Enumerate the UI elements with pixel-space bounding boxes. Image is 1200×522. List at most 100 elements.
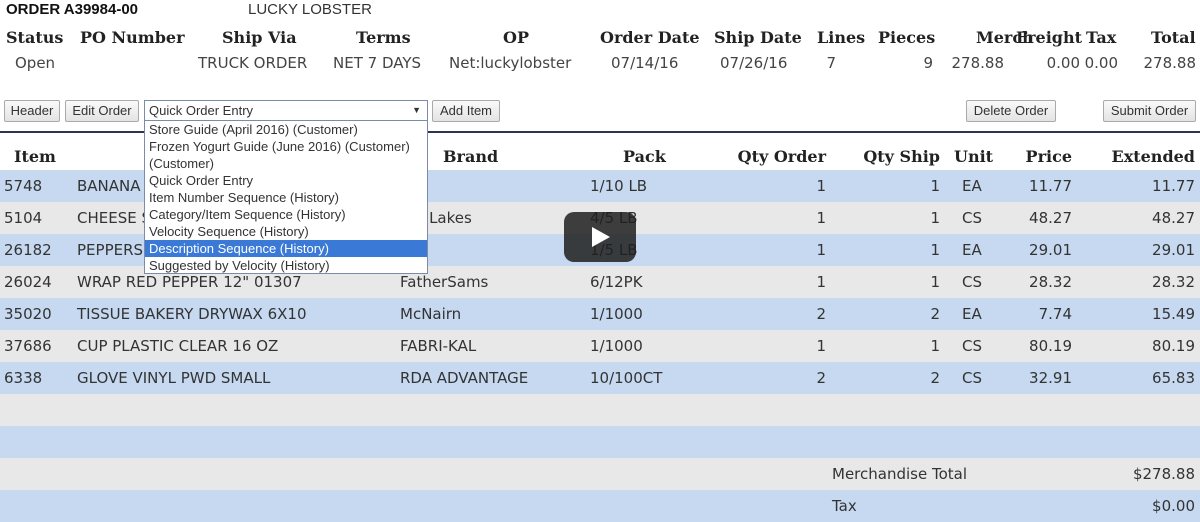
summary-header: Freight [1016,28,1082,47]
cell-unit: CS [962,369,982,387]
cell-extended: 15.49 [1152,305,1195,323]
add-item-button[interactable]: Add Item [432,100,500,122]
summary-value: 9 [923,54,933,72]
cell-pack: 10/100CT [590,369,663,387]
table-row[interactable]: 37686 CUP PLASTIC CLEAR 16 OZ FABRI-KAL 1/1… [0,330,1200,362]
cell-qty-ship: 1 [930,209,940,227]
dropdown-option[interactable]: (Customer) [145,155,427,172]
cell-qty-ship: 1 [930,177,940,195]
cell-qty-ship: 2 [930,305,940,323]
tax-label: Tax [832,497,857,515]
cell-price: 80.19 [1029,337,1072,355]
empty-row [0,426,1200,458]
cell-qty-ship: 1 [930,241,940,259]
cell-extended: 11.77 [1152,177,1195,195]
summary-header: Ship Date [714,28,802,47]
cell-brand: FatherSams [400,273,489,291]
summary-value: 07/26/16 [720,54,788,72]
order-mode-dropdown-list[interactable]: Store Guide (April 2016) (Customer) Froze… [144,120,428,274]
cell-price: 28.32 [1029,273,1072,291]
cell-extended: 65.83 [1152,369,1195,387]
edit-order-button[interactable]: Edit Order [65,100,139,122]
merch-total-row: Merchandise Total $278.88 [0,458,1200,490]
summary-header: Lines [817,28,866,47]
dropdown-option[interactable]: Item Number Sequence (History) [145,189,427,206]
dropdown-option[interactable]: Quick Order Entry [145,172,427,189]
summary-value: 278.88 [1143,54,1197,72]
cell-description: GLOVE VINYL PWD SMALL [77,369,271,387]
summary-value: Open [15,54,56,72]
header-button[interactable]: Header [4,100,60,122]
summary-value: 0.00 [1046,54,1080,72]
cell-brand: McNairn [400,305,462,323]
cell-unit: EA [962,177,982,195]
cell-item-number: 35020 [4,305,52,323]
cell-unit: CS [962,337,982,355]
cell-unit: EA [962,241,982,259]
cell-qty-ship: 1 [930,337,940,355]
cell-price: 7.74 [1038,305,1072,323]
summary-header: Terms [356,28,411,47]
col-price: Price [1025,147,1072,166]
delete-order-button[interactable]: Delete Order [966,100,1056,122]
cell-qty-order: 1 [816,177,826,195]
customer-name: LUCKY LOBSTER [248,1,372,18]
col-item: Item [14,147,56,166]
cell-unit: CS [962,209,982,227]
cell-price: 32.91 [1029,369,1072,387]
video-play-button[interactable] [564,212,636,262]
cell-item-number: 37686 [4,337,52,355]
cell-pack: 6/12PK [590,273,643,291]
dropdown-option[interactable]: Velocity Sequence (History) [145,223,427,240]
cell-item-number: 6338 [4,369,43,387]
table-row[interactable]: 6338 GLOVE VINYL PWD SMALL RDA ADVANTAGE 10… [0,362,1200,394]
summary-value: 07/14/16 [611,54,679,72]
cell-extended: 48.27 [1152,209,1195,227]
summary-value: 278.88 [951,54,1005,72]
merch-total-value: $278.88 [1132,465,1195,483]
summary-header: Order Date [600,28,700,47]
order-mode-select[interactable]: Quick Order Entry ▼ [144,100,428,121]
cell-qty-ship: 1 [930,273,940,291]
cell-price: 11.77 [1029,177,1072,195]
dropdown-option[interactable]: Description Sequence (History) [145,240,427,257]
order-title: ORDER A39984-00 [6,1,139,18]
empty-row [0,394,1200,426]
table-row[interactable]: 35020 TISSUE BAKERY DRYWAX 6X10 McNairn 1/1… [0,298,1200,330]
cell-pack: 1/1000 [590,305,643,323]
cell-item-number: 26182 [4,241,52,259]
dropdown-option[interactable]: Frozen Yogurt Guide (June 2016) (Custome… [145,138,427,155]
cell-description: BANANA [77,177,141,195]
dropdown-option[interactable]: Store Guide (April 2016) (Customer) [145,121,427,138]
cell-item-number: 5104 [4,209,43,227]
play-icon [592,227,610,247]
tax-row: Tax $0.00 [0,490,1200,522]
col-qty-order: Qty Order [737,147,826,166]
col-extended: Extended [1111,147,1196,166]
submit-order-button[interactable]: Submit Order [1103,100,1196,122]
cell-qty-order: 1 [816,337,826,355]
cell-description: CUP PLASTIC CLEAR 16 OZ [77,337,279,355]
summary-header: Pieces [878,28,936,47]
summary-value: NET 7 DAYS [333,54,422,72]
dropdown-option[interactable]: Suggested by Velocity (History) [145,257,427,274]
cell-price: 48.27 [1029,209,1072,227]
summary-header: Tax [1086,28,1117,47]
dropdown-option[interactable]: Category/Item Sequence (History) [145,206,427,223]
select-value: Quick Order Entry [149,103,254,118]
cell-qty-order: 1 [816,273,826,291]
merch-total-label: Merchandise Total [832,465,967,483]
cell-unit: EA [962,305,982,323]
summary-value: 0.00 [1084,54,1118,72]
cell-unit: CS [962,273,982,291]
cell-pack: 1/1000 [590,337,643,355]
cell-extended: 29.01 [1152,241,1195,259]
cell-description: TISSUE BAKERY DRYWAX 6X10 [77,305,307,323]
cell-description: PEPPERS [77,241,144,259]
col-unit: Unit [954,147,994,166]
cell-item-number: 26024 [4,273,52,291]
col-pack: Pack [623,147,666,166]
cell-description: CHEESE S [77,209,151,227]
tax-value: $0.00 [1152,497,1195,515]
summary-header: PO Number [80,28,185,47]
